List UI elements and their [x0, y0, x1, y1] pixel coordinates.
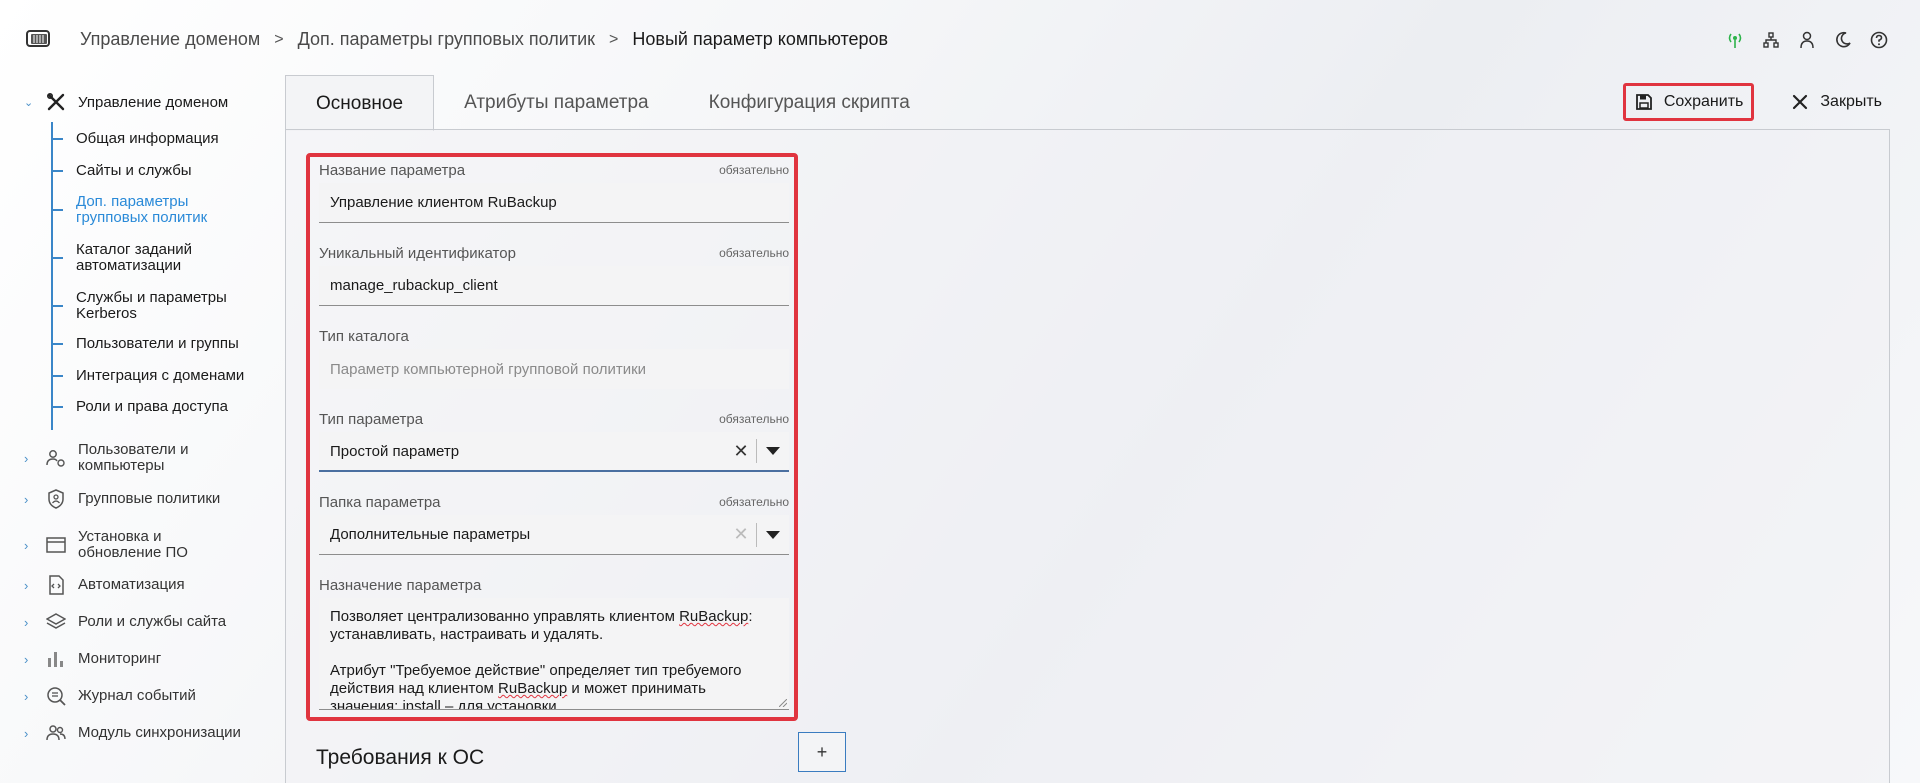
breadcrumb: Управление доменом > Доп. параметры груп… [80, 29, 888, 50]
sidebar-item-users-groups[interactable]: Пользователи и группы [51, 336, 271, 352]
sidebar: ⌄ Управление доменом Общая информация Са… [0, 82, 275, 783]
close-icon [1793, 94, 1808, 110]
parameter-form: Название параметра обязательно Управление… [306, 153, 798, 721]
required-hint: обязательно [719, 246, 789, 260]
param-uid-input[interactable]: manage_rubackup_client [319, 266, 789, 306]
chevron-right-icon: › [24, 725, 29, 741]
resize-grip-icon[interactable] [779, 699, 787, 707]
purpose-text: RuBackup [679, 608, 749, 625]
window-icon [46, 537, 66, 553]
breadcrumb-current: Новый параметр компьютеров [632, 29, 889, 49]
sidebar-item-group-policies[interactable]: › Групповые политики [24, 489, 254, 509]
param-name-field: Название параметра обязательно Управление… [319, 161, 789, 223]
help-icon[interactable] [1868, 29, 1890, 51]
chevron-right-icon: › [24, 688, 29, 704]
chevron-right-icon: > [274, 30, 284, 48]
close-button-label: Закрыть [1820, 93, 1882, 110]
close-button[interactable]: Закрыть [1784, 83, 1890, 121]
chevron-right-icon: › [24, 537, 29, 553]
layers-icon [46, 613, 66, 629]
users-computers-icon [46, 450, 65, 467]
param-type-select[interactable]: Простой параметр ✕ [319, 432, 789, 472]
header-toolbar [1724, 29, 1890, 51]
param-folder-label: Папка параметра [319, 493, 441, 511]
main-panel: Название параметра обязательно Управление… [285, 129, 1890, 783]
breadcrumb-domain[interactable]: Управление доменом [80, 29, 260, 50]
sidebar-item-monitoring[interactable]: › Мониторинг [24, 649, 254, 669]
search-list-icon [47, 687, 66, 706]
tab-attributes[interactable]: Атрибуты параметра [434, 75, 679, 130]
param-purpose-label: Назначение параметра [319, 576, 482, 594]
sidebar-item-sync-module[interactable]: › Модуль синхронизации [24, 723, 254, 743]
sidebar-item-roles-access[interactable]: Роли и права доступа [51, 399, 271, 415]
shield-icon [48, 489, 64, 509]
os-requirements-title: Требования к ОС [316, 746, 485, 769]
param-folder-select[interactable]: Дополнительные параметры ✕ [319, 515, 789, 555]
param-name-input[interactable]: Управление клиентом RuBackup [319, 183, 789, 223]
breadcrumb-gp-params[interactable]: Доп. параметры групповых политик [298, 29, 595, 50]
catalog-type-field: Тип каталога Параметр компьютерной групп… [319, 327, 789, 389]
param-name-label: Название параметра [319, 161, 466, 179]
app-logo-icon[interactable] [26, 29, 52, 51]
tab-general[interactable]: Основное [285, 75, 435, 131]
chevron-right-icon: › [24, 614, 29, 630]
chevron-right-icon: › [24, 491, 29, 507]
purpose-text: RuBackup [498, 680, 568, 697]
moon-icon[interactable] [1832, 29, 1854, 51]
param-type-label: Тип параметра [319, 410, 424, 428]
app-header: Управление доменом > Доп. параметры груп… [0, 0, 1920, 82]
add-os-requirement-button[interactable]: + [798, 732, 846, 772]
sidebar-item-sites-services[interactable]: Сайты и службы [51, 163, 271, 179]
sidebar-item-kerberos[interactable]: Службы и параметры Kerberos [51, 290, 271, 322]
dropdown-arrow-icon[interactable] [757, 530, 789, 539]
chevron-right-icon: › [24, 651, 29, 667]
save-button[interactable]: Сохранить [1622, 83, 1755, 121]
sidebar-item-site-roles[interactable]: › Роли и службы сайта [24, 612, 254, 632]
required-hint: обязательно [719, 163, 789, 177]
sidebar-root-label: Управление доменом [78, 93, 229, 111]
action-bar: Сохранить Закрыть [1622, 83, 1890, 121]
tools-icon [46, 92, 65, 111]
chevron-right-icon: › [24, 450, 29, 466]
sidebar-item-domain-integration[interactable]: Интеграция с доменами [51, 368, 271, 384]
catalog-type-input: Параметр компьютерной групповой политики [319, 349, 789, 389]
sidebar-item-event-log[interactable]: › Журнал событий [24, 686, 254, 706]
save-icon [1635, 94, 1652, 110]
chevron-right-icon: > [609, 30, 619, 48]
chevron-down-icon: ⌄ [24, 96, 34, 109]
sidebar-item-users-computers[interactable]: › Пользователи и компьютеры [24, 442, 254, 474]
user-icon[interactable] [1796, 29, 1818, 51]
param-folder-value: Дополнительные параметры [330, 526, 531, 543]
sidebar-item-domain-management[interactable]: ⌄ Управление доменом [24, 92, 228, 112]
chevron-right-icon: › [24, 577, 29, 593]
clear-icon[interactable]: ✕ [726, 441, 756, 462]
dropdown-arrow-icon[interactable] [757, 447, 789, 455]
required-hint: обязательно [719, 412, 789, 426]
signal-icon[interactable] [1724, 29, 1746, 51]
purpose-text: Позволяет централизованно управлять клие… [330, 608, 680, 625]
param-purpose-textarea[interactable]: Позволяет централизованно управлять клие… [319, 598, 789, 710]
sidebar-item-software-install[interactable]: › Установка и обновление ПО [24, 529, 254, 561]
param-uid-field: Уникальный идентификатор обязательно mana… [319, 244, 789, 306]
required-hint: обязательно [719, 495, 789, 509]
param-uid-label: Уникальный идентификатор [319, 244, 516, 262]
sidebar-item-automation[interactable]: › Автоматизация [24, 575, 254, 595]
param-folder-field: Папка параметра обязательно Дополнительны… [319, 493, 789, 555]
clear-icon[interactable]: ✕ [726, 524, 756, 545]
bar-chart-icon [48, 652, 63, 667]
catalog-type-label: Тип каталога [319, 327, 409, 345]
code-file-icon [49, 575, 64, 595]
network-icon[interactable] [1760, 29, 1782, 51]
tab-bar: Основное Атрибуты параметра Конфигурация… [285, 75, 940, 131]
param-type-field: Тип параметра обязательно Простой парамет… [319, 410, 789, 472]
sidebar-item-general-info[interactable]: Общая информация [51, 131, 271, 147]
param-type-value: Простой параметр [330, 442, 460, 460]
sidebar-item-automation-catalog[interactable]: Каталог заданий автоматизации [51, 242, 271, 274]
users-sync-icon [46, 725, 66, 741]
param-purpose-field: Назначение параметра Позволяет централиз… [319, 576, 789, 710]
sidebar-item-gp-params[interactable]: Доп. параметры групповых политик [51, 194, 271, 226]
save-button-label: Сохранить [1663, 93, 1744, 110]
tab-script-config[interactable]: Конфигурация скрипта [679, 75, 940, 130]
